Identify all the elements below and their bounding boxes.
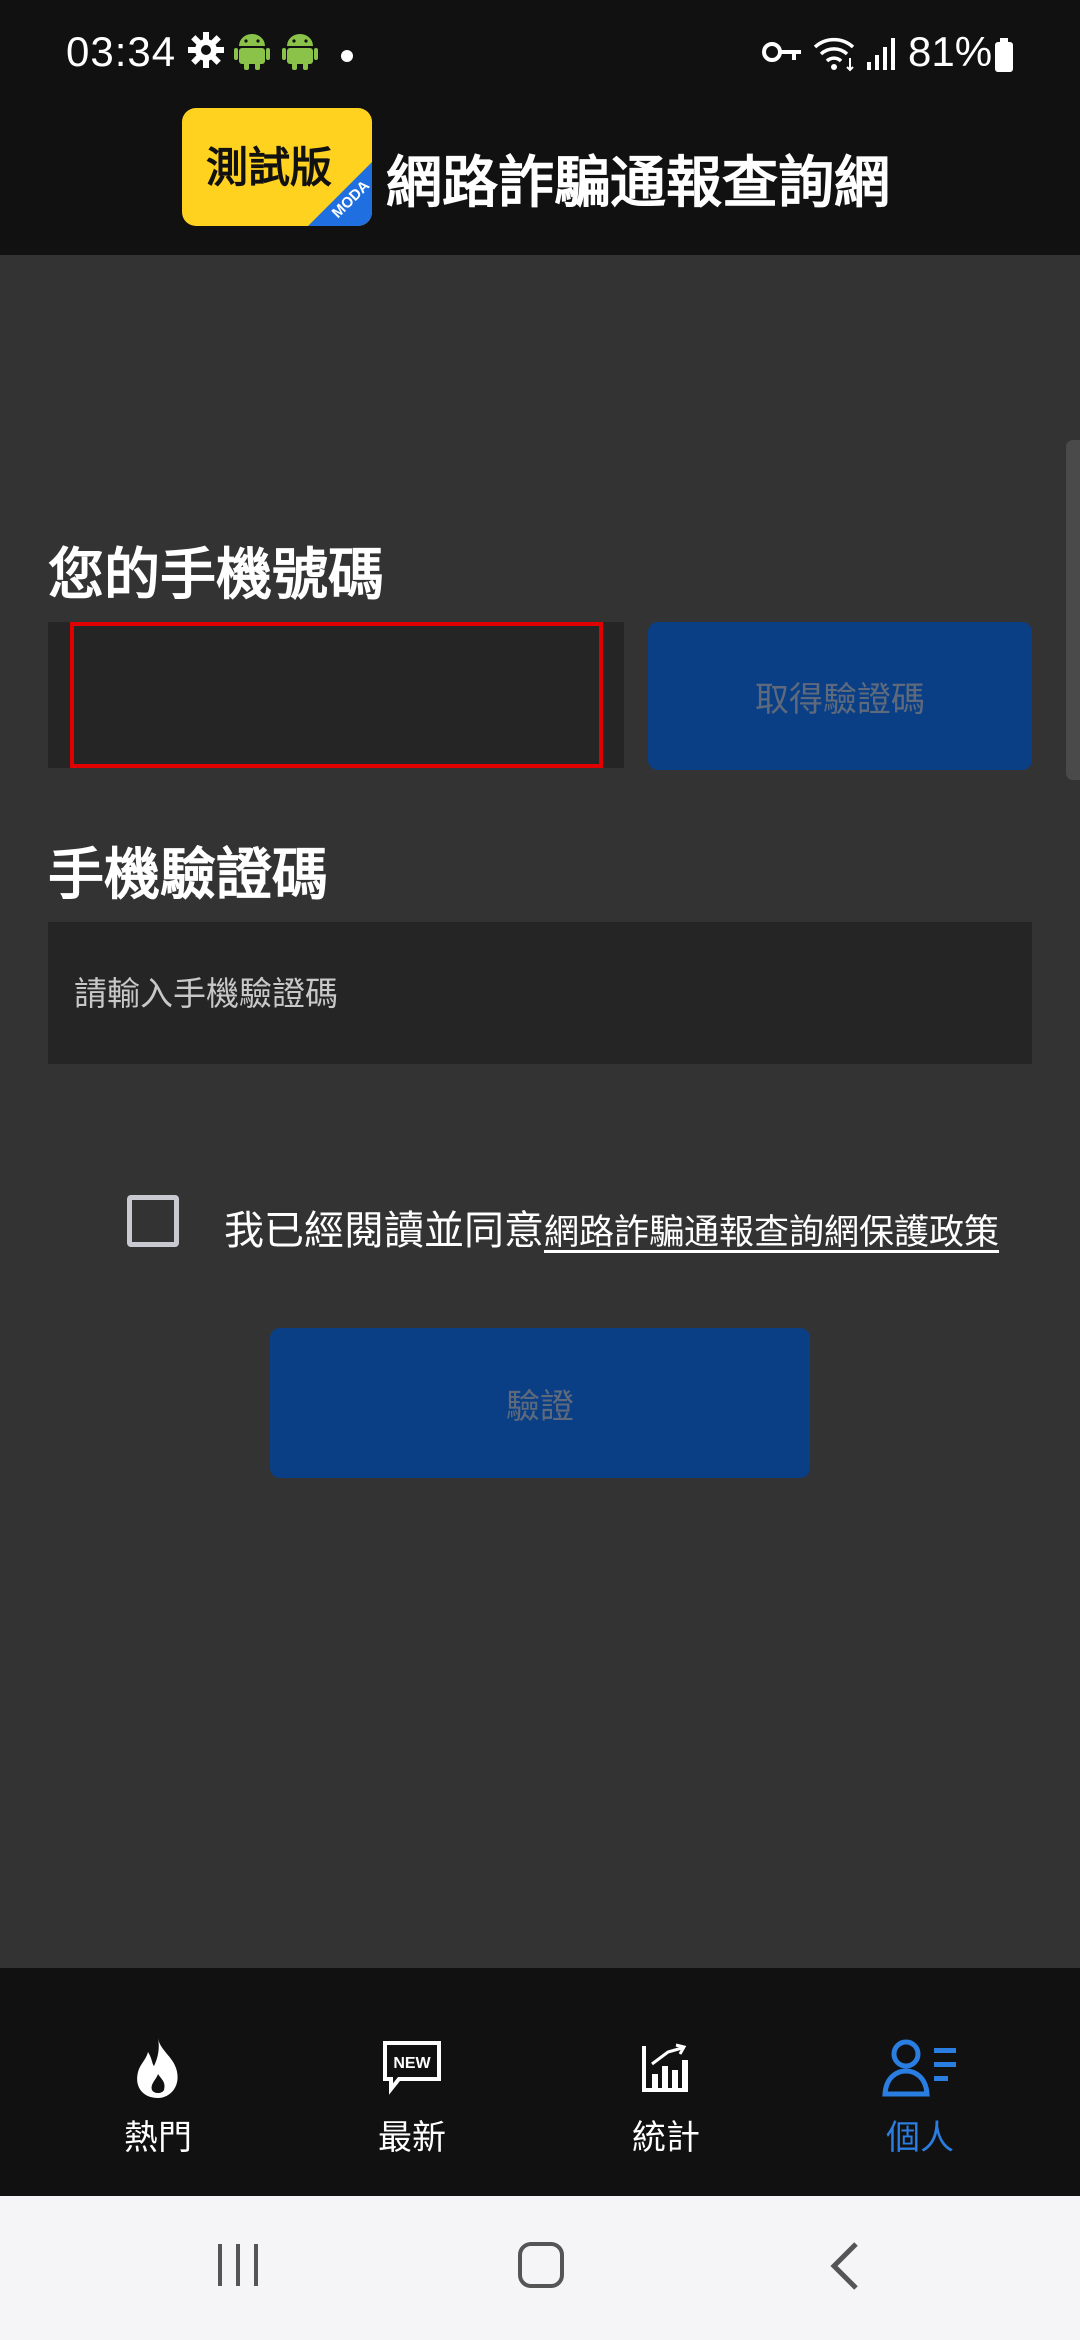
vpn-key-icon bbox=[762, 40, 802, 68]
app-title: 網路詐騙通報查詢網 bbox=[386, 151, 890, 216]
status-bar: 03:34 81% bbox=[0, 0, 1080, 110]
settings-icon bbox=[186, 30, 226, 74]
scrollbar[interactable] bbox=[1066, 440, 1080, 780]
stats-icon bbox=[640, 2032, 692, 2104]
privacy-policy-link[interactable]: 網路詐騙通報查詢網保護政策 bbox=[544, 1213, 999, 1253]
status-time: 03:34 bbox=[66, 28, 177, 75]
nav-item-profile[interactable]: 個人 bbox=[820, 1968, 1020, 2196]
agree-prefix: 我已經閱讀並同意 bbox=[224, 1208, 544, 1254]
person-icon bbox=[882, 2032, 958, 2104]
app-logo: 測試版 MODA bbox=[182, 108, 372, 226]
agree-text: 我已經閱讀並同意網路詐騙通報查詢網保護政策 bbox=[224, 1198, 999, 1256]
phone-label: 您的手機號碼 bbox=[48, 543, 384, 608]
android-icon bbox=[234, 30, 270, 74]
nav-label: 熱門 bbox=[124, 2118, 192, 2158]
nav-item-hot[interactable]: 熱門 bbox=[58, 1968, 258, 2196]
wifi-icon bbox=[812, 34, 858, 76]
recent-apps-icon[interactable] bbox=[214, 2240, 262, 2294]
nav-label: 統計 bbox=[632, 2118, 700, 2158]
nav-label: 最新 bbox=[378, 2118, 446, 2158]
nav-item-stats[interactable]: 統計 bbox=[566, 1968, 766, 2196]
code-label: 手機驗證碼 bbox=[48, 843, 328, 908]
code-input[interactable] bbox=[48, 922, 1032, 1064]
new-badge-text: NEW bbox=[393, 2055, 431, 2072]
signal-icon bbox=[866, 36, 896, 74]
fire-icon bbox=[130, 2032, 186, 2104]
get-code-button[interactable]: 取得驗證碼 bbox=[648, 622, 1032, 770]
new-icon: NEW bbox=[381, 2032, 443, 2104]
back-icon[interactable] bbox=[826, 2240, 862, 2296]
verify-button[interactable]: 驗證 bbox=[270, 1328, 810, 1478]
nav-item-latest[interactable]: NEW 最新 bbox=[312, 1968, 512, 2196]
battery-icon bbox=[994, 38, 1014, 76]
nav-label: 個人 bbox=[886, 2118, 954, 2158]
android-icon bbox=[282, 30, 318, 74]
agree-checkbox[interactable] bbox=[127, 1195, 179, 1247]
home-icon[interactable] bbox=[516, 2240, 566, 2294]
battery-percent: 81% bbox=[908, 28, 993, 75]
phone-input[interactable] bbox=[70, 622, 603, 768]
notification-dot-icon bbox=[340, 48, 354, 67]
